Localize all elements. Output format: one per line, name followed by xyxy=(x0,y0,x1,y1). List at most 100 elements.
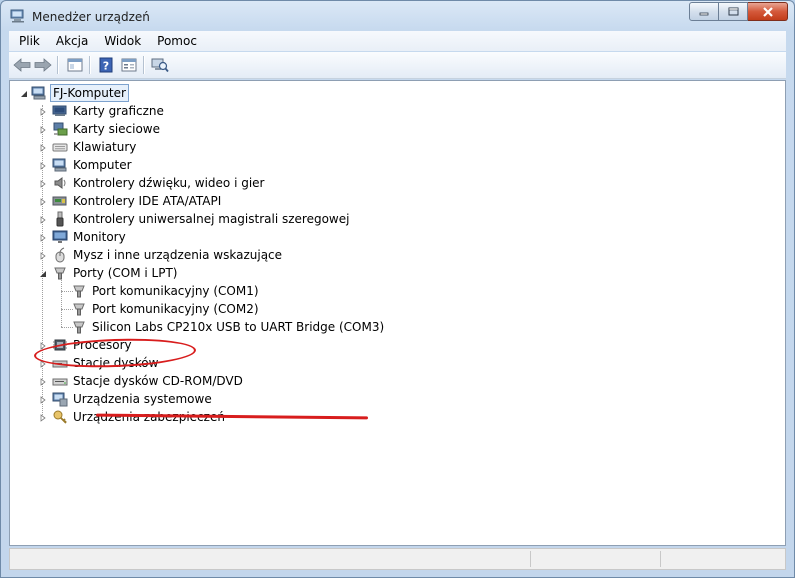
tree-category[interactable]: Kontrolery dźwięku, wideo i gier xyxy=(52,174,266,192)
tree-category-label: Kontrolery dźwięku, wideo i gier xyxy=(73,176,265,190)
tree-category[interactable]: Kontrolery uniwersalnej magistrali szere… xyxy=(52,210,351,228)
category-expand-toggle[interactable] xyxy=(38,125,47,134)
tree-category[interactable]: Karty sieciowe xyxy=(52,120,162,138)
tree-category[interactable]: Kontrolery IDE ATA/ATAPI xyxy=(52,192,223,210)
category-expand-toggle[interactable] xyxy=(38,179,47,188)
tree-category[interactable]: Porty (COM i LPT) xyxy=(52,264,179,282)
port-icon xyxy=(73,321,85,334)
category-expand-toggle[interactable] xyxy=(38,377,47,386)
tree-category[interactable]: Stacje dysków CD-ROM/DVD xyxy=(52,372,245,390)
menu-action[interactable]: Akcja xyxy=(48,31,96,51)
collapsed-arrow-icon xyxy=(40,413,46,422)
device-manager-window: Menedżer urządzeń Plik Akcja Widok Pomoc xyxy=(0,0,795,578)
tree-category-label: Mysz i inne urządzenia wskazujące xyxy=(73,248,283,262)
category-expand-toggle[interactable] xyxy=(38,161,47,170)
collapsed-arrow-icon xyxy=(40,161,46,170)
keyboard-icon xyxy=(52,143,68,152)
port-icon xyxy=(73,285,85,298)
tree-category-label: Karty sieciowe xyxy=(73,122,161,136)
properties-button[interactable] xyxy=(119,56,139,74)
category-expand-toggle[interactable] xyxy=(38,269,47,278)
help-button[interactable]: ? xyxy=(96,56,116,74)
tree-device-label: Silicon Labs CP210x USB to UART Bridge (… xyxy=(92,320,385,334)
category-expand-toggle[interactable] xyxy=(38,251,47,260)
forward-icon xyxy=(34,58,52,72)
scan-hardware-icon xyxy=(151,58,169,73)
tree-category-label: Komputer xyxy=(73,158,132,172)
svg-text:?: ? xyxy=(103,60,109,73)
category-expand-toggle[interactable] xyxy=(38,233,47,242)
display-adapter-icon xyxy=(52,105,67,116)
tree-category-label: Karty graficzne xyxy=(73,104,164,118)
toolbar: ? xyxy=(9,52,786,79)
tree-device[interactable]: Silicon Labs CP210x USB to UART Bridge (… xyxy=(71,318,386,336)
usb-icon xyxy=(56,211,64,227)
tree-category-label: Kontrolery IDE ATA/ATAPI xyxy=(73,194,222,208)
tree-root-label: FJ-Komputer xyxy=(50,84,129,102)
menu-help[interactable]: Pomoc xyxy=(149,31,205,51)
close-icon xyxy=(762,6,773,17)
mouse-icon xyxy=(55,247,65,263)
tree-device-label: Port komunikacyjny (COM1) xyxy=(92,284,259,298)
tree-category[interactable]: Urządzenia systemowe xyxy=(52,390,214,408)
menu-view[interactable]: Widok xyxy=(96,31,149,51)
tree-category[interactable]: Mysz i inne urządzenia wskazujące xyxy=(52,246,284,264)
collapsed-arrow-icon xyxy=(40,377,46,386)
tree-category[interactable]: Monitory xyxy=(52,228,128,246)
maximize-button[interactable] xyxy=(719,2,748,21)
category-expand-toggle[interactable] xyxy=(38,197,47,206)
category-expand-toggle[interactable] xyxy=(38,413,47,422)
computer-icon xyxy=(52,158,67,172)
collapsed-arrow-icon xyxy=(40,179,46,188)
tree-category-label: Klawiatury xyxy=(73,140,137,154)
tree-category-label: Kontrolery uniwersalnej magistrali szere… xyxy=(73,212,350,226)
port-icon xyxy=(54,267,66,280)
collapsed-arrow-icon xyxy=(40,107,46,116)
tree-category[interactable]: Klawiatury xyxy=(52,138,138,156)
device-manager-app-icon xyxy=(10,9,24,23)
tree-category-label: Monitory xyxy=(73,230,126,244)
tree-category[interactable]: Komputer xyxy=(52,156,134,174)
category-expand-toggle[interactable] xyxy=(38,215,47,224)
title-bar[interactable]: Menedżer urządzeń xyxy=(1,1,794,31)
expanded-arrow-icon xyxy=(20,90,27,97)
port-icon xyxy=(73,303,85,316)
tree-device-label: Port komunikacyjny (COM2) xyxy=(92,302,259,316)
forward-button[interactable] xyxy=(33,56,53,74)
collapsed-arrow-icon xyxy=(40,395,46,404)
properties-icon xyxy=(121,58,137,72)
root-collapse-toggle[interactable] xyxy=(19,89,28,98)
monitor-icon xyxy=(52,230,68,243)
maximize-icon xyxy=(728,7,738,16)
menu-bar: Plik Akcja Widok Pomoc xyxy=(9,31,786,51)
console-tree-button[interactable] xyxy=(65,56,85,74)
tree-category[interactable]: Karty graficzne xyxy=(52,102,166,120)
expanded-arrow-icon xyxy=(39,270,46,277)
minimize-button[interactable] xyxy=(689,2,719,21)
category-expand-toggle[interactable] xyxy=(38,143,47,152)
tree-device[interactable]: Port komunikacyjny (COM2) xyxy=(71,300,261,318)
security-devices-icon xyxy=(53,410,67,424)
back-icon xyxy=(13,58,31,72)
category-expand-toggle[interactable] xyxy=(38,395,47,404)
computer-icon xyxy=(31,86,46,100)
device-tree[interactable]: FJ-Komputer Karty graficzne Karty sieciow… xyxy=(9,80,786,546)
tree-root[interactable]: FJ-Komputer xyxy=(31,84,129,102)
tree-category-label: Stacje dysków CD-ROM/DVD xyxy=(73,374,243,388)
tree-category-label: Urządzenia systemowe xyxy=(73,392,212,406)
system-devices-icon xyxy=(52,392,68,407)
collapsed-arrow-icon xyxy=(40,197,46,206)
tree-device[interactable]: Port komunikacyjny (COM1) xyxy=(71,282,261,300)
category-expand-toggle[interactable] xyxy=(38,107,47,116)
minimize-icon xyxy=(699,12,709,15)
scan-hardware-button[interactable] xyxy=(150,56,170,74)
back-button[interactable] xyxy=(12,56,32,74)
menu-file[interactable]: Plik xyxy=(9,31,48,51)
ide-controller-icon xyxy=(52,196,67,206)
collapsed-arrow-icon xyxy=(40,233,46,242)
collapsed-arrow-icon xyxy=(40,215,46,224)
status-bar xyxy=(9,548,786,570)
close-button[interactable] xyxy=(748,2,788,21)
collapsed-arrow-icon xyxy=(40,125,46,134)
help-icon: ? xyxy=(99,57,113,73)
